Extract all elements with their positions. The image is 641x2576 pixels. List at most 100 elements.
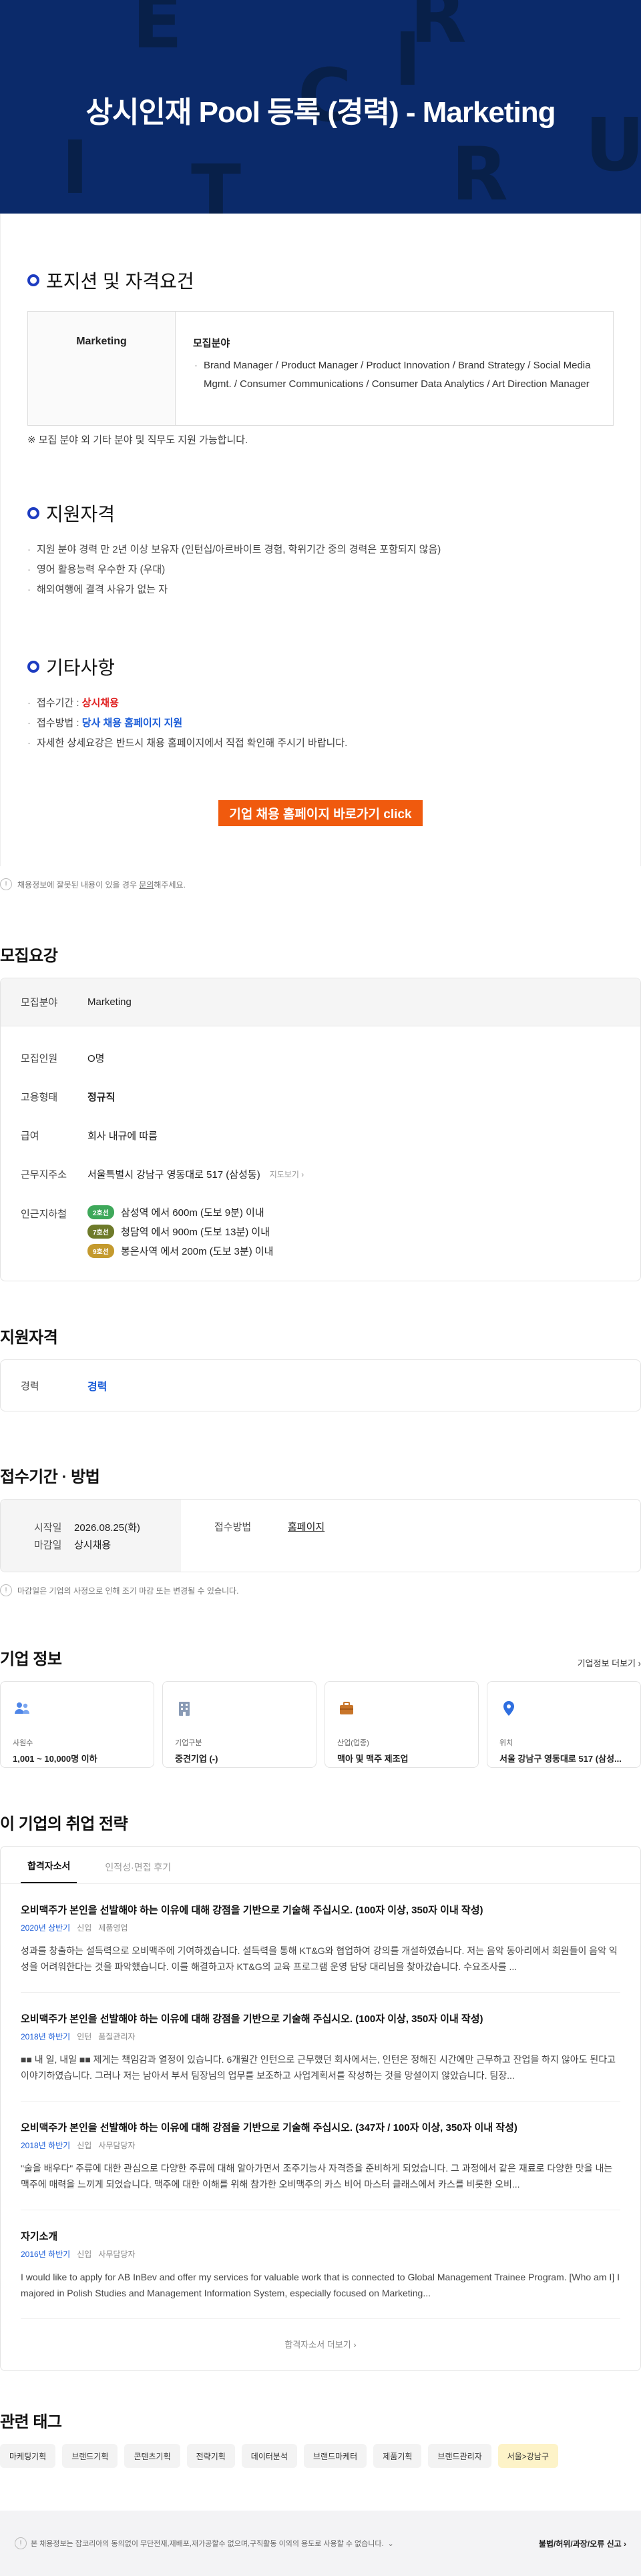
essay-title[interactable]: 오비맥주가 본인을 선발해야 하는 이유에 대해 강점을 기반으로 기술해 주십… xyxy=(21,2011,620,2025)
chevron-right-icon: › xyxy=(353,2340,357,2350)
row-key: 모집인원 xyxy=(21,1052,58,1064)
position-section-head: 포지션 및 자격요건 xyxy=(27,214,614,294)
hero-banner: E R C U I R I T 상시인재 Pool 등록 (경력) - Mark… xyxy=(0,0,641,214)
circle-bullet-icon xyxy=(27,274,39,286)
page-title: 상시인재 Pool 등록 (경력) - Marketing xyxy=(85,96,556,129)
list-item[interactable]: 오비맥주가 본인을 선발해야 하는 이유에 대해 강점을 기반으로 기술해 주십… xyxy=(21,2102,620,2210)
summary-row: 인근지하철 2호선 삼성역 에서 600m (도보 9분) 이내 7호선 청담역 에… xyxy=(1,1193,640,1281)
footer-bar: ! 본 채용정보는 잡코리아의 동의없이 무단전재,재배포,재가공할수 없으며,구… xyxy=(0,2511,641,2576)
start-date-row: 시작일 2026.08.25(화) xyxy=(34,1520,181,1537)
essay-tag: 사무담당자 xyxy=(98,2141,136,2150)
section-heading: 지원자격 xyxy=(46,504,116,525)
list-item[interactable]: 자기소개 2016년 하반기 신입 사무담당자 I would like to ap… xyxy=(21,2210,620,2319)
hero-deco-letter: I xyxy=(394,17,421,102)
subway-badge: 2호선 xyxy=(87,1205,114,1219)
summary-row: 모집분야 Marketing xyxy=(1,978,640,1026)
report-text: 채용정보에 잘못된 내용이 있을 경우 xyxy=(17,880,140,890)
tag-chip[interactable]: 브랜드마케터 xyxy=(303,2444,367,2468)
deadline-note: 마감일은 기업의 사정으로 인해 조기 마감 또는 변경될 수 있습니다. xyxy=(17,1586,239,1596)
people-icon xyxy=(15,1702,29,1714)
section-title: 기업 정보 xyxy=(0,1650,62,1668)
row-value: Marketing xyxy=(87,996,132,1008)
card-value: 중견기업 (-) xyxy=(175,1754,218,1764)
list-item: 자세한 상세요강은 반드시 채용 홈페이지에서 직접 확인해 주시기 바랍니다. xyxy=(27,733,614,753)
essay-list: 오비맥주가 본인을 선발해야 하는 이유에 대해 강점을 기반으로 기술해 주십… xyxy=(1,1884,640,2319)
company-info-more-link[interactable]: 기업정보 더보기 › xyxy=(578,1656,641,1669)
deadline-notice: ! 마감일은 기업의 사정으로 인해 조기 마감 또는 변경될 수 있습니다. xyxy=(0,1572,641,1596)
position-field-name: Marketing xyxy=(76,336,127,347)
report-notice: ! 채용정보에 잘못된 내용이 있을 경우 문의해주세요. xyxy=(0,866,641,890)
tag-chip[interactable]: 브랜드기획 xyxy=(62,2444,118,2468)
qualification-list: 지원 분야 경력 만 2년 이상 보유자 (인턴십/아르바이트 경험, 학위기간… xyxy=(27,540,614,600)
summary-row: 모집인원 O명 xyxy=(1,1038,640,1077)
list-item: 접수기간 : 상시채용 xyxy=(27,693,614,713)
list-item[interactable]: 오비맥주가 본인을 선발해야 하는 이유에 대해 강점을 기반으로 기술해 주십… xyxy=(21,1993,620,2102)
tag-chip[interactable]: 데이터분석 xyxy=(241,2444,297,2468)
report-error-link[interactable]: 불법/허위/과장/오류 신고 › xyxy=(539,2538,626,2549)
summary-row: 고용형태 정규직 xyxy=(1,1077,640,1116)
info-icon: ! xyxy=(15,2537,27,2549)
row-key: 접수방법 xyxy=(214,1522,252,1533)
summary-row: 급여 회사 내규에 따름 xyxy=(1,1116,640,1155)
essay-year: 2018년 하반기 xyxy=(21,2032,71,2041)
circle-bullet-icon xyxy=(27,661,39,673)
section-title: 관련 태그 xyxy=(0,2413,62,2431)
period-value: 상시채용 xyxy=(81,697,119,709)
company-cards: 사원수 1,001 ~ 10,000명 이하 기업구분 중견기업 (-) 산업(… xyxy=(0,1681,641,1768)
card-key: 산업(업종) xyxy=(337,1739,369,1747)
essay-year: 2018년 하반기 xyxy=(21,2141,71,2150)
section-heading: 포지션 및 자격요건 xyxy=(46,271,194,292)
more-label: 합격자소서 더보기 xyxy=(284,2340,351,2350)
summary-row: 근무지주소 서울특별시 강남구 영동대로 517 (삼성동) 지도보기 › xyxy=(1,1155,640,1193)
report-error-label: 불법/허위/과장/오류 신고 xyxy=(538,2539,622,2549)
job-detail: 포지션 및 자격요건 Marketing 모집분야 Brand Manager … xyxy=(0,214,641,866)
essay-year: 2016년 하반기 xyxy=(21,2250,71,2259)
essay-title[interactable]: 오비맥주가 본인을 선발해야 하는 이유에 대해 강점을 기반으로 기술해 주십… xyxy=(21,2120,620,2134)
list-item: 접수방법 : 당사 채용 홈페이지 지원 xyxy=(27,713,614,733)
tag-chip[interactable]: 전략기획 xyxy=(186,2444,235,2468)
tag-chip-location[interactable]: 서울>강남구 xyxy=(497,2444,558,2468)
position-note: ※ 모집 분야 외 기타 분야 및 직무도 지원 가능합니다. xyxy=(27,434,248,446)
tag-chip[interactable]: 제품기획 xyxy=(373,2444,422,2468)
tag-chip[interactable]: 브랜드관리자 xyxy=(428,2444,491,2468)
copyright-notice: 본 채용정보는 잡코리아의 동의없이 무단전재,재배포,재가공할수 없으며,구직… xyxy=(31,2540,384,2548)
section-heading: 기타사항 xyxy=(46,657,116,678)
company-card-industry: 산업(업종) 맥아 및 맥주 제조업 xyxy=(325,1681,479,1768)
method-value: 당사 채용 홈페이지 지원 xyxy=(81,717,183,729)
subway-line: 7호선 청담역 에서 900m (도보 13분) 이내 xyxy=(87,1225,273,1239)
subway-line: 2호선 삼성역 에서 600m (도보 9분) 이내 xyxy=(87,1205,273,1219)
report-text-tail: 해주세요. xyxy=(154,880,186,890)
strategy-card: 합격자소서 인적성·면접 후기 오비맥주가 본인을 선발해야 하는 이유에 대해… xyxy=(0,1846,641,2371)
tab-cover-letters[interactable]: 합격자소서 xyxy=(21,1859,77,1883)
essay-body: ■■ 내 일, 내일 ■■ 제게는 책임감과 열정이 있습니다. 6개월간 인턴… xyxy=(21,2054,616,2081)
chevron-down-icon[interactable]: ⌄ xyxy=(388,2539,394,2548)
essay-title[interactable]: 자기소개 xyxy=(21,2229,620,2243)
report-inquiry-link[interactable]: 문의 xyxy=(139,880,154,890)
company-homepage-button[interactable]: 기업 채용 홈페이지 바로가기 click xyxy=(218,800,423,826)
tag-chip[interactable]: 마케팅기획 xyxy=(0,2444,56,2468)
employment-type-link[interactable]: 정규직 xyxy=(87,1090,115,1104)
section-title: 접수기간 · 방법 xyxy=(0,1468,100,1486)
list-item[interactable]: 오비맥주가 본인을 선발해야 하는 이유에 대해 강점을 기반으로 기술해 주십… xyxy=(21,1884,620,1993)
tag-chip[interactable]: 콘텐츠기획 xyxy=(124,2444,180,2468)
essay-body: 성과를 창출하는 설득력으로 오비맥주에 기여하겠습니다. 설득력을 통해 KT… xyxy=(21,1945,618,1972)
section-title: 지원자격 xyxy=(0,1329,58,1347)
address-value: 서울특별시 강남구 영동대로 517 (삼성동) xyxy=(87,1169,260,1181)
period-label: 접수기간 : xyxy=(37,697,82,709)
essay-title[interactable]: 오비맥주가 본인을 선발해야 하는 이유에 대해 강점을 기반으로 기술해 주십… xyxy=(21,1903,620,1917)
essay-body: I would like to apply for AB InBev and o… xyxy=(21,2272,620,2298)
chevron-right-icon: › xyxy=(301,1169,304,1179)
tab-interview-reviews[interactable]: 인적성·면접 후기 xyxy=(98,1861,178,1883)
career-link[interactable]: 경력 xyxy=(87,1377,107,1393)
tag-list: 마케팅기획 브랜드기획 콘텐츠기획 전략기획 데이터분석 브랜드마케터 제품기획… xyxy=(0,2444,641,2468)
company-card-type: 기업구분 중견기업 (-) xyxy=(162,1681,316,1768)
start-date: 2026.08.25(화) xyxy=(74,1522,140,1534)
homepage-link[interactable]: 홈페이지 xyxy=(288,1520,325,1572)
row-key: 인근지하철 xyxy=(21,1209,67,1220)
essay-tag: 품질관리자 xyxy=(98,2032,136,2041)
essay-tag: 인턴 xyxy=(77,2032,92,2041)
cover-letters-more-link[interactable]: 합격자소서 더보기 › xyxy=(284,2340,356,2350)
row-value: O명 xyxy=(87,1052,105,1064)
qualification-summary-section: 지원자격 경력 경력 xyxy=(0,1324,641,1411)
map-view-link[interactable]: 지도보기 › xyxy=(270,1169,304,1180)
